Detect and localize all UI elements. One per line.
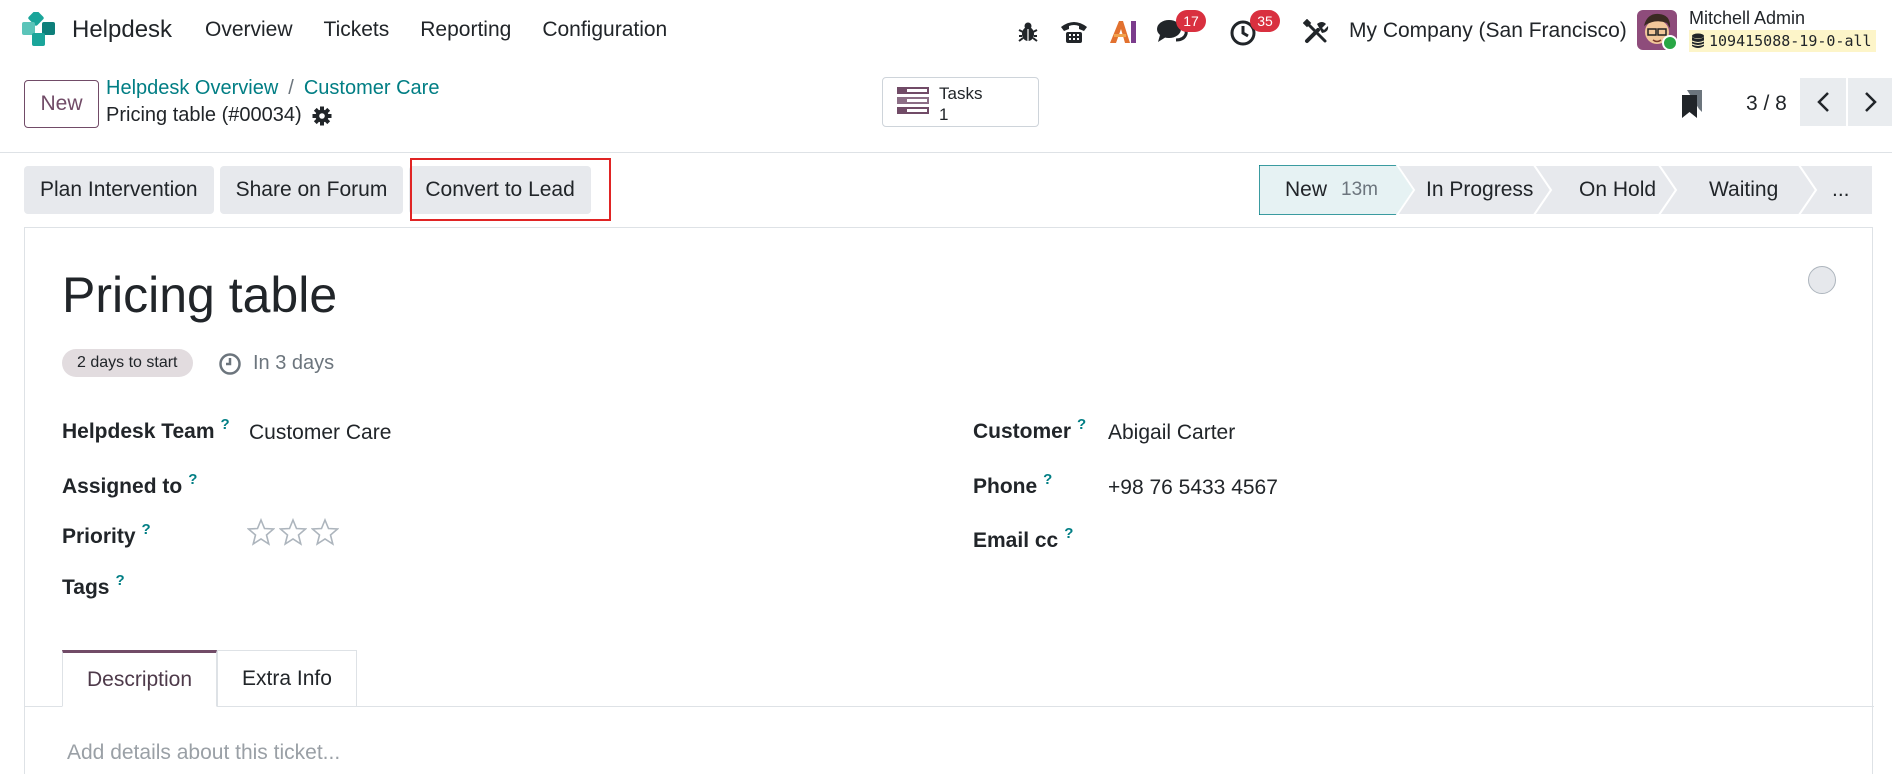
help-tooltip-icon[interactable]: ? [221, 416, 230, 433]
breadcrumb-customer-care[interactable]: Customer Care [304, 77, 440, 99]
pager-value[interactable]: 3 / 8 [1746, 92, 1787, 116]
tab-description[interactable]: Description [62, 650, 218, 707]
tasks-icon [897, 87, 929, 114]
menu-reporting[interactable]: Reporting [420, 18, 511, 42]
help-tooltip-icon[interactable]: ? [1077, 416, 1086, 433]
company-switcher[interactable]: My Company (San Francisco) [1349, 19, 1627, 43]
user-name[interactable]: Mitchell Admin [1689, 8, 1805, 29]
stage-on-hold[interactable]: On Hold [1579, 165, 1656, 215]
chevron-right-icon [1865, 92, 1877, 112]
breadcrumb-helpdesk-overview[interactable]: Helpdesk Overview [106, 77, 278, 99]
plan-intervention-button[interactable]: Plan Intervention [24, 166, 214, 214]
assigned-to-label: Assigned to? [62, 471, 197, 499]
app-name: Helpdesk [72, 16, 173, 43]
assigned-to-field[interactable] [249, 475, 849, 503]
bookmark-icon[interactable] [1682, 90, 1702, 118]
customer-label-text: Customer [973, 420, 1072, 443]
tags-field[interactable] [249, 576, 849, 604]
record-title-text: Pricing table (#00034) [106, 104, 302, 126]
menu-tickets[interactable]: Tickets [324, 18, 390, 42]
customer-label: Customer? [973, 416, 1086, 444]
phone-label-text: Phone [973, 475, 1038, 498]
tasks-label: Tasks [939, 84, 983, 103]
pager-previous-button[interactable] [1800, 78, 1846, 126]
help-tooltip-icon[interactable]: ? [1043, 471, 1052, 488]
priority-label: Priority? [62, 521, 151, 549]
help-tooltip-icon[interactable]: ? [188, 471, 197, 488]
email-cc-label: Email cc? [973, 525, 1073, 553]
stage-duration: 13m [1341, 179, 1378, 200]
assigned-to-label-text: Assigned to [62, 475, 183, 498]
control-panel: New Helpdesk Overview / Customer Care Pric… [0, 62, 1892, 153]
activities-icon[interactable]: 35 [1230, 10, 1280, 52]
tags-label-text: Tags [62, 576, 110, 599]
tags-label: Tags? [62, 572, 125, 600]
breadcrumb-separator: / [288, 77, 294, 99]
priority-stars [247, 518, 343, 546]
helpdesk-team-field[interactable]: Customer Care [249, 421, 391, 445]
share-on-forum-button[interactable]: Share on Forum [219, 166, 404, 214]
database-name: 109415088-19-0-all [1689, 30, 1876, 52]
menu-overview[interactable]: Overview [205, 18, 293, 42]
chevron-left-icon [1817, 92, 1829, 112]
phone-icon[interactable] [1058, 12, 1090, 52]
ai-icon[interactable] [1107, 12, 1139, 52]
gear-icon[interactable] [312, 106, 332, 126]
deadline-badge: 2 days to start [62, 349, 193, 377]
phone-label: Phone? [973, 471, 1052, 499]
app-brand[interactable]: Helpdesk [22, 12, 172, 46]
help-tooltip-icon[interactable]: ? [142, 521, 151, 538]
helpdesk-logo-icon [22, 12, 55, 46]
notebook-tabs: Description Extra Info [62, 650, 357, 707]
star-icon[interactable] [247, 518, 275, 546]
customer-field[interactable]: Abigail Carter [1108, 421, 1235, 445]
database-label: 109415088-19-0-all [1709, 32, 1872, 50]
messages-count-badge: 17 [1176, 10, 1206, 32]
phone-field[interactable]: +98 76 5433 4567 [1108, 476, 1278, 500]
clock-icon [219, 353, 241, 375]
breadcrumb: Helpdesk Overview / Customer Care [106, 77, 439, 100]
star-icon[interactable] [279, 518, 307, 546]
presence-status-icon [1662, 35, 1678, 51]
email-cc-field[interactable] [1108, 529, 1808, 557]
menu-configuration[interactable]: Configuration [542, 18, 667, 42]
debug-icon[interactable] [1016, 12, 1040, 52]
ticket-title[interactable]: Pricing table [62, 266, 337, 324]
helpdesk-team-label: Helpdesk Team? [62, 416, 230, 444]
new-button[interactable]: New [24, 80, 99, 128]
stage-new-label: New [1285, 178, 1328, 201]
activities-count-badge: 35 [1250, 10, 1280, 32]
record-title: Pricing table (#00034) [106, 104, 332, 127]
stage-new[interactable]: New 13m [1285, 165, 1378, 215]
description-editor[interactable]: Add details about this ticket... [67, 741, 340, 765]
help-tooltip-icon[interactable]: ? [1064, 525, 1073, 542]
top-navbar: Helpdesk Overview Tickets Reporting Conf… [0, 0, 1892, 62]
email-cc-label-text: Email cc [973, 529, 1059, 552]
stage-in-progress[interactable]: In Progress [1426, 165, 1533, 215]
tasks-smart-button[interactable]: Tasks 1 [882, 77, 1039, 127]
helpdesk-team-label-text: Helpdesk Team [62, 420, 215, 443]
stage-statusbar: New 13m In Progress On Hold Waiting ... [1259, 165, 1873, 215]
tab-extra-info[interactable]: Extra Info [217, 650, 357, 707]
tasks-count: 1 [939, 105, 949, 124]
stage-more[interactable]: ... [1832, 165, 1850, 215]
star-icon[interactable] [311, 518, 339, 546]
help-tooltip-icon[interactable]: ? [115, 572, 124, 589]
form-sheet: Pricing table 2 days to start In 3 days … [24, 227, 1874, 774]
tools-icon[interactable] [1302, 12, 1330, 52]
pager-next-button[interactable] [1848, 78, 1892, 126]
priority-label-text: Priority [62, 525, 136, 548]
database-icon [1691, 33, 1705, 48]
kanban-state-indicator[interactable] [1808, 266, 1836, 294]
highlight-annotation [410, 158, 611, 221]
deadline-text: In 3 days [253, 352, 335, 374]
stage-waiting[interactable]: Waiting [1709, 165, 1778, 215]
main-menu: Overview Tickets Reporting Configuration [205, 18, 698, 42]
messages-icon[interactable]: 17 [1156, 10, 1206, 52]
